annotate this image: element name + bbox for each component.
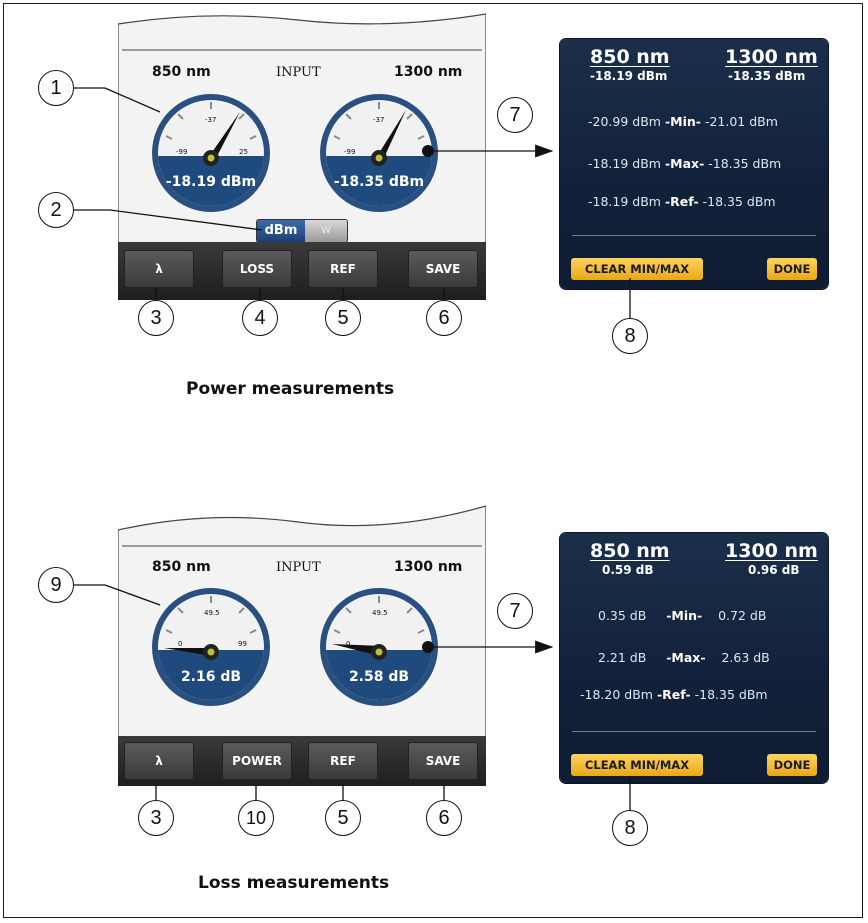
callout-6: 6 [426, 300, 462, 336]
power-caption: Power measurements [186, 379, 395, 399]
callout-7: 7 [497, 97, 533, 133]
callout-3: 3 [138, 300, 174, 336]
callout-1: 1 [38, 70, 74, 106]
loss-caption: Loss measurements [198, 873, 390, 893]
callout-8: 8 [612, 810, 648, 846]
callout-8: 8 [612, 318, 648, 354]
callout-3: 3 [138, 800, 174, 836]
callout-10: 10 [238, 800, 274, 836]
callout-9: 9 [38, 567, 74, 603]
callout-5: 5 [325, 800, 361, 836]
callout-6: 6 [426, 800, 462, 836]
callout-7: 7 [497, 593, 533, 629]
callout-4: 4 [242, 300, 278, 336]
callout-2: 2 [38, 192, 74, 228]
callout-leaders [74, 87, 631, 810]
callout-5: 5 [325, 300, 361, 336]
